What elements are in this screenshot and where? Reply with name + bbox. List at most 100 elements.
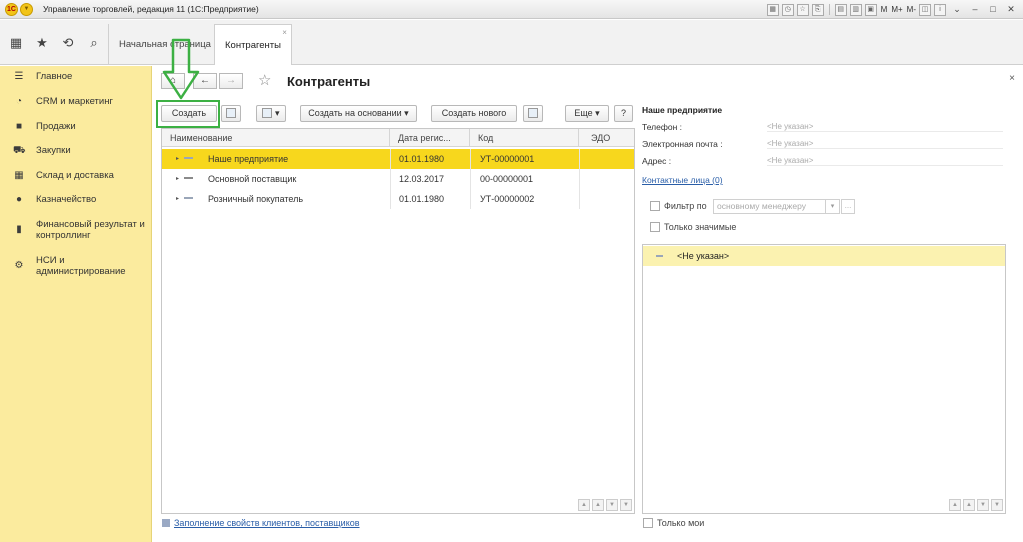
link-icon[interactable]: ⎘ (811, 3, 824, 16)
scroll-top-icon[interactable]: ▲ (949, 499, 961, 511)
report-icon (528, 107, 538, 118)
sidebar-item-label: Склад и доставка (36, 170, 114, 181)
calculator-icon[interactable]: ▥ (849, 3, 862, 16)
scroll-up-icon[interactable]: ▲ (592, 499, 604, 511)
more-label: Еще (574, 108, 593, 118)
contacts-link[interactable]: Контактные лица (0) (642, 175, 723, 185)
memory-plus-button[interactable]: M+ (891, 5, 902, 14)
filter-checkbox[interactable] (650, 201, 660, 211)
row-code: УТ-00000002 (480, 194, 535, 204)
column-code[interactable]: Код (470, 129, 579, 147)
divider (470, 189, 471, 209)
scroll-down-icon[interactable]: ▼ (606, 499, 618, 511)
sidebar-item-warehouse[interactable]: ▦ Склад и доставка (0, 170, 152, 181)
sidebar-item-finance[interactable]: ▮ Финансовый результат и контроллинг (0, 219, 152, 241)
favorite-icon[interactable]: ☆ (796, 3, 809, 16)
help-button[interactable]: ? (614, 105, 633, 122)
star-icon[interactable]: ☆ (258, 71, 271, 89)
grid-icon[interactable]: ▦ (766, 3, 779, 16)
minimize-icon[interactable]: – (968, 4, 982, 16)
fill-properties-link[interactable]: Заполнение свойств клиентов, поставщиков (162, 518, 360, 528)
expand-icon[interactable]: ▸ (176, 189, 179, 209)
scroll-bottom-icon[interactable]: ▼ (991, 499, 1003, 511)
close-icon[interactable]: ✕ (1004, 4, 1018, 16)
history-icon[interactable]: ◷ (781, 3, 794, 16)
scroll-top-icon[interactable]: ▲ (578, 499, 590, 511)
sidebar-item-admin[interactable]: ⚙ НСИ и администрирование (0, 255, 152, 277)
gear-icon: ⚙ (14, 260, 24, 271)
apps-grid-icon[interactable]: ▦ (9, 35, 23, 51)
calendar-icon[interactable]: ▤ (834, 3, 847, 16)
copy-button[interactable] (221, 105, 241, 122)
create-based-on-button[interactable]: Создать на основании ▾ (300, 105, 417, 122)
sidebar-item-label: Казначейство (36, 194, 97, 205)
scroll-down-icon[interactable]: ▼ (977, 499, 989, 511)
history-icon[interactable]: ⟲ (61, 35, 75, 51)
memory-minus-button[interactable]: M- (907, 5, 916, 14)
chevron-down-icon[interactable]: ⌄ (950, 4, 964, 16)
tab-counterparties-label: Контрагенты (225, 40, 281, 51)
only-mine-checkbox[interactable] (643, 518, 653, 528)
window-title: Управление торговлей, редакция 11 (1С:Пр… (43, 4, 259, 14)
email-label: Электронная почта : (642, 139, 723, 149)
favorites-star-icon[interactable]: ★ (35, 35, 49, 51)
expand-icon[interactable]: ▸ (176, 169, 179, 189)
phone-value: <Не указан> (767, 122, 1003, 132)
column-edo[interactable]: ЭДО (579, 129, 634, 147)
email-value: <Не указан> (767, 139, 1003, 149)
maximize-icon[interactable]: □ (986, 4, 1000, 16)
sidebar-item-treasury[interactable]: ● Казначейство (0, 194, 152, 205)
sidebar-item-purchases[interactable]: ⛟ Закупки (0, 145, 152, 156)
sidebar-item-crm[interactable]: ◔ CRM и маркетинг (0, 96, 152, 107)
search-icon[interactable]: ⌕ (87, 35, 101, 51)
copy-icon (226, 107, 236, 118)
tab-counterparties[interactable]: Контрагенты × (214, 24, 292, 65)
divider (579, 169, 580, 189)
main-menu-icon[interactable]: ▼ (20, 3, 33, 16)
more-button[interactable]: Еще ▾ (565, 105, 609, 122)
sidebar-item-sales[interactable]: ■ Продажи (0, 121, 152, 132)
memory-button[interactable]: M (881, 5, 888, 14)
clipboard-icon[interactable]: ▣ (864, 3, 877, 16)
create-button-highlight (156, 100, 220, 128)
divider (390, 169, 391, 189)
panels-icon[interactable]: ◫ (919, 3, 931, 16)
filter-select-value: основному менеджеру (717, 201, 806, 211)
table-row[interactable]: ▸ Розничный покупатель 01.01.1980 УТ-000… (162, 189, 634, 209)
sidebar-item-main[interactable]: ☰ Главное (0, 71, 152, 82)
cart-icon: ⛟ (13, 145, 26, 156)
filter-select[interactable]: основному менеджеру ▾ (713, 199, 840, 214)
phone-label: Телефон : (642, 122, 682, 132)
address-label: Адрес : (642, 156, 672, 166)
table-header: Наименование Дата регис... Код ЭДО (162, 129, 634, 147)
hamburger-icon: ☰ (14, 71, 24, 82)
column-name[interactable]: Наименование (162, 129, 390, 147)
chevron-down-icon[interactable]: ▾ (825, 200, 839, 213)
row-code: УТ-00000001 (480, 154, 535, 164)
row-name: Розничный покупатель (208, 194, 304, 204)
sidebar-item-label: CRM и маркетинг (36, 96, 113, 107)
table-row[interactable]: ▸ Наше предприятие 01.01.1980 УТ-0000000… (162, 149, 634, 169)
report-button[interactable] (523, 105, 543, 122)
table-row[interactable]: ▸ Основной поставщик 12.03.2017 00-00000… (162, 169, 634, 189)
coin-icon: ● (15, 194, 23, 205)
scroll-bottom-icon[interactable]: ▼ (620, 499, 632, 511)
counterparty-icon (184, 197, 193, 200)
tab-close-icon[interactable]: × (282, 12, 287, 53)
close-icon[interactable]: × (1009, 73, 1015, 84)
create-new-button[interactable]: Создать нового (431, 105, 517, 122)
divider (470, 149, 471, 169)
scroll-up-icon[interactable]: ▲ (963, 499, 975, 511)
page-title: Контрагенты (287, 74, 371, 89)
forward-button[interactable]: → (219, 73, 243, 89)
only-significant-checkbox[interactable] (650, 222, 660, 232)
filter-clear-button[interactable]: … (841, 199, 855, 214)
info-icon[interactable]: i (934, 3, 946, 16)
counterparty-icon (184, 157, 193, 160)
expand-icon[interactable]: ▸ (176, 149, 179, 169)
main-content: ⌂ ← → ☆ Контрагенты × Создать ▾ Создать … (153, 66, 1023, 542)
column-date[interactable]: Дата регис... (390, 129, 470, 147)
list-item[interactable]: <Не указан> (643, 246, 1005, 266)
create-based-on-label: Создать на основании (308, 108, 402, 118)
print-dropdown-button[interactable]: ▾ (256, 105, 286, 122)
